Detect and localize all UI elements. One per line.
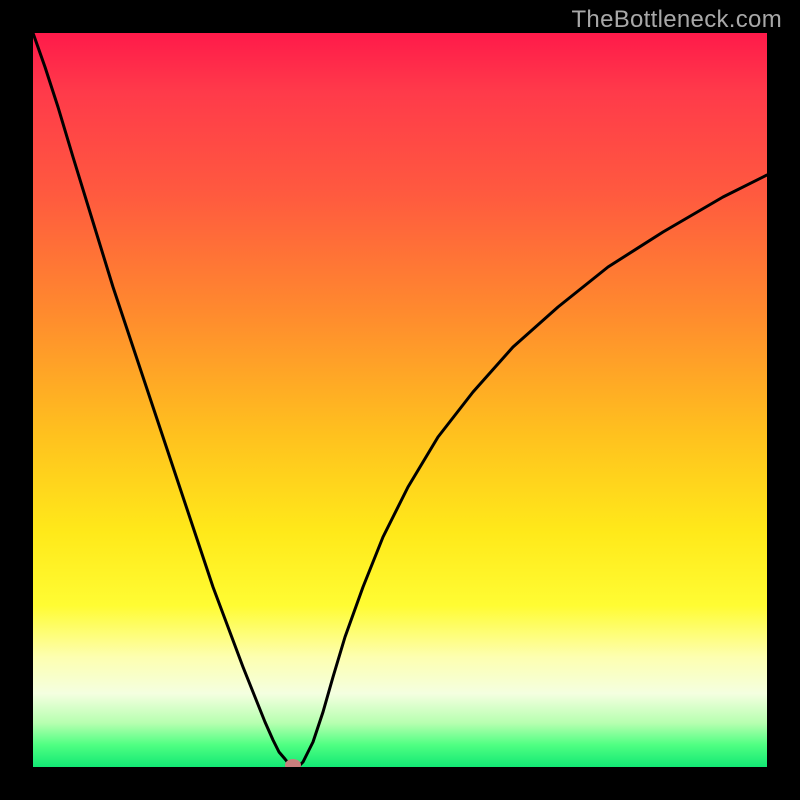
- chart-frame: TheBottleneck.com: [0, 0, 800, 800]
- curve-layer: [33, 33, 767, 767]
- attribution-text: TheBottleneck.com: [571, 6, 782, 34]
- plot-area: [33, 33, 767, 767]
- bottleneck-curve: [33, 33, 767, 767]
